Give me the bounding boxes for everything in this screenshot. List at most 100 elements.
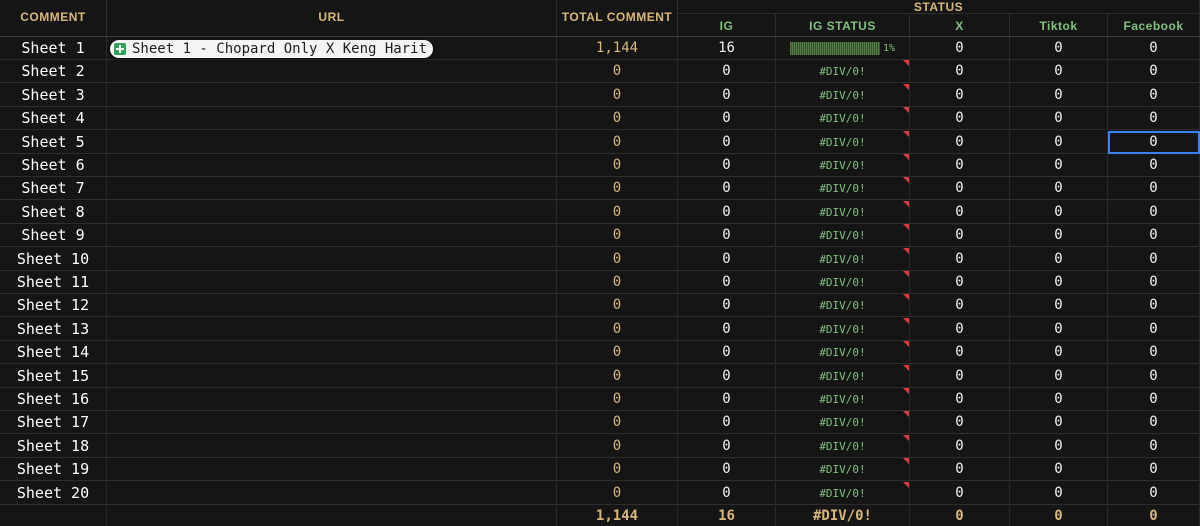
x-cell[interactable]: 0 bbox=[910, 341, 1010, 365]
facebook-cell[interactable]: 0 bbox=[1108, 317, 1200, 341]
totals-facebook-cell[interactable]: 0 bbox=[1108, 506, 1200, 526]
tiktok-cell[interactable]: 0 bbox=[1010, 388, 1108, 411]
facebook-cell[interactable]: 0 bbox=[1108, 294, 1200, 318]
facebook-cell[interactable]: 0 bbox=[1108, 60, 1200, 84]
header-ig[interactable]: IG bbox=[678, 14, 776, 37]
ig-cell[interactable]: 0 bbox=[678, 177, 776, 201]
total-comment-cell[interactable]: 0 bbox=[557, 154, 678, 177]
tiktok-cell[interactable]: 0 bbox=[1010, 364, 1108, 388]
totals-ig-status-cell[interactable]: #DIV/0! bbox=[776, 506, 910, 526]
total-comment-cell[interactable]: 1,144 bbox=[557, 37, 678, 60]
url-cell[interactable] bbox=[107, 200, 557, 224]
ig-cell[interactable]: 0 bbox=[678, 388, 776, 411]
x-cell[interactable]: 0 bbox=[910, 37, 1010, 60]
comment-cell[interactable]: Sheet 7 bbox=[0, 177, 107, 201]
ig-status-cell[interactable]: #DIV/0! bbox=[776, 411, 910, 435]
header-x[interactable]: X bbox=[910, 14, 1010, 37]
header-url[interactable]: URL bbox=[107, 0, 557, 37]
facebook-cell[interactable]: 0 bbox=[1108, 364, 1200, 388]
total-comment-cell[interactable]: 0 bbox=[557, 388, 678, 411]
tiktok-cell[interactable]: 0 bbox=[1010, 37, 1108, 60]
tiktok-cell[interactable]: 0 bbox=[1010, 458, 1108, 482]
x-cell[interactable]: 0 bbox=[910, 130, 1010, 154]
facebook-cell[interactable]: 0 bbox=[1108, 271, 1200, 294]
ig-cell[interactable]: 0 bbox=[678, 200, 776, 224]
url-cell[interactable] bbox=[107, 364, 557, 388]
x-cell[interactable]: 0 bbox=[910, 60, 1010, 84]
facebook-cell[interactable]: 0 bbox=[1108, 83, 1200, 107]
comment-cell[interactable]: Sheet 16 bbox=[0, 388, 107, 411]
ig-status-cell[interactable]: #DIV/0! bbox=[776, 271, 910, 294]
x-cell[interactable]: 0 bbox=[910, 154, 1010, 177]
total-comment-cell[interactable]: 0 bbox=[557, 107, 678, 131]
ig-status-cell[interactable]: #DIV/0! bbox=[776, 294, 910, 318]
totals-ig-cell[interactable]: 16 bbox=[678, 506, 776, 526]
total-comment-cell[interactable]: 0 bbox=[557, 434, 678, 458]
sheet-link-chip[interactable]: Sheet 1 - Chopard Only X Keng Harit bbox=[110, 40, 434, 58]
ig-status-cell[interactable]: #DIV/0! bbox=[776, 388, 910, 411]
total-comment-cell[interactable]: 0 bbox=[557, 317, 678, 341]
comment-cell[interactable]: Sheet 4 bbox=[0, 107, 107, 131]
url-cell[interactable] bbox=[107, 458, 557, 482]
ig-status-cell[interactable]: 1% bbox=[776, 37, 910, 60]
url-cell[interactable] bbox=[107, 271, 557, 294]
comment-cell[interactable]: Sheet 10 bbox=[0, 247, 107, 271]
x-cell[interactable]: 0 bbox=[910, 83, 1010, 107]
x-cell[interactable]: 0 bbox=[910, 317, 1010, 341]
tiktok-cell[interactable]: 0 bbox=[1010, 154, 1108, 177]
x-cell[interactable]: 0 bbox=[910, 434, 1010, 458]
tiktok-cell[interactable]: 0 bbox=[1010, 60, 1108, 84]
x-cell[interactable]: 0 bbox=[910, 411, 1010, 435]
ig-cell[interactable]: 0 bbox=[678, 341, 776, 365]
x-cell[interactable]: 0 bbox=[910, 481, 1010, 505]
comment-cell[interactable]: Sheet 9 bbox=[0, 224, 107, 248]
header-comment[interactable]: COMMENT bbox=[0, 0, 107, 37]
ig-cell[interactable]: 0 bbox=[678, 294, 776, 318]
totals-tiktok-cell[interactable]: 0 bbox=[1010, 506, 1108, 526]
tiktok-cell[interactable]: 0 bbox=[1010, 83, 1108, 107]
ig-status-cell[interactable]: #DIV/0! bbox=[776, 60, 910, 84]
total-comment-cell[interactable]: 0 bbox=[557, 247, 678, 271]
facebook-cell[interactable]: 0 bbox=[1108, 107, 1200, 131]
ig-status-cell[interactable]: #DIV/0! bbox=[776, 341, 910, 365]
comment-cell[interactable]: Sheet 1 bbox=[0, 37, 107, 60]
x-cell[interactable]: 0 bbox=[910, 107, 1010, 131]
ig-status-cell[interactable]: #DIV/0! bbox=[776, 481, 910, 505]
comment-cell[interactable]: Sheet 20 bbox=[0, 481, 107, 505]
total-comment-cell[interactable]: 0 bbox=[557, 60, 678, 84]
ig-cell[interactable]: 16 bbox=[678, 37, 776, 60]
totals-name-cell[interactable] bbox=[0, 506, 107, 526]
comment-cell[interactable]: Sheet 6 bbox=[0, 154, 107, 177]
totals-url-cell[interactable] bbox=[107, 506, 557, 526]
comment-cell[interactable]: Sheet 2 bbox=[0, 60, 107, 84]
url-cell[interactable] bbox=[107, 341, 557, 365]
ig-status-cell[interactable]: #DIV/0! bbox=[776, 107, 910, 131]
url-cell[interactable] bbox=[107, 388, 557, 411]
facebook-cell[interactable]: 0 bbox=[1108, 388, 1200, 411]
url-cell[interactable]: Sheet 1 - Chopard Only X Keng Harita bbox=[107, 37, 557, 60]
comment-cell[interactable]: Sheet 3 bbox=[0, 83, 107, 107]
ig-status-cell[interactable]: #DIV/0! bbox=[776, 317, 910, 341]
total-comment-cell[interactable]: 0 bbox=[557, 458, 678, 482]
url-cell[interactable] bbox=[107, 411, 557, 435]
total-comment-cell[interactable]: 0 bbox=[557, 271, 678, 294]
header-tiktok[interactable]: Tiktok bbox=[1010, 14, 1108, 37]
facebook-cell[interactable]: 0 bbox=[1108, 434, 1200, 458]
tiktok-cell[interactable]: 0 bbox=[1010, 224, 1108, 248]
total-comment-cell[interactable]: 0 bbox=[557, 224, 678, 248]
url-cell[interactable] bbox=[107, 83, 557, 107]
url-cell[interactable] bbox=[107, 294, 557, 318]
facebook-cell[interactable]: 0 bbox=[1108, 130, 1200, 154]
tiktok-cell[interactable]: 0 bbox=[1010, 107, 1108, 131]
ig-cell[interactable]: 0 bbox=[678, 271, 776, 294]
tiktok-cell[interactable]: 0 bbox=[1010, 481, 1108, 505]
url-cell[interactable] bbox=[107, 434, 557, 458]
x-cell[interactable]: 0 bbox=[910, 200, 1010, 224]
url-cell[interactable] bbox=[107, 247, 557, 271]
header-ig-status[interactable]: IG STATUS bbox=[776, 14, 910, 37]
x-cell[interactable]: 0 bbox=[910, 294, 1010, 318]
ig-cell[interactable]: 0 bbox=[678, 60, 776, 84]
facebook-cell[interactable]: 0 bbox=[1108, 177, 1200, 201]
total-comment-cell[interactable]: 0 bbox=[557, 364, 678, 388]
ig-cell[interactable]: 0 bbox=[678, 130, 776, 154]
